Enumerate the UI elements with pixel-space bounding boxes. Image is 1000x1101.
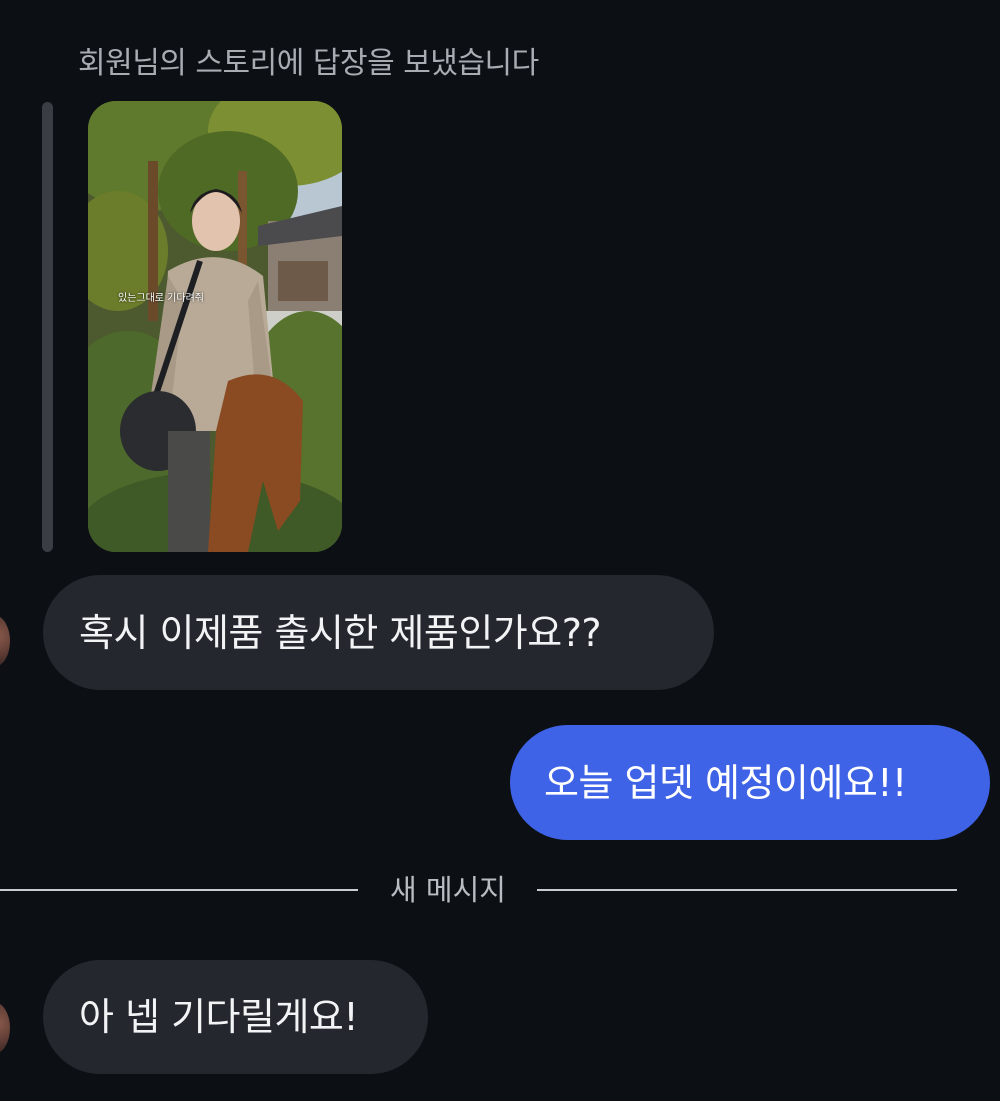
message-text: 아 넵 기다릴게요! [79,995,359,1039]
incoming-message-bubble[interactable]: 아 넵 기다릴게요! [43,960,428,1074]
sender-avatar[interactable] [0,1002,10,1054]
story-reply-context-label: 회원님의 스토리에 답장을 보냈습니다 [78,46,539,81]
story-photo-illustration [88,101,342,552]
message-text: 혹시 이제품 출시한 제품인가요?? [79,610,602,655]
story-thumbnail[interactable]: 있는그대로 기다려줘 [88,101,342,552]
divider-line-right [537,889,957,891]
story-overlay-caption: 있는그대로 기다려줘 [118,293,204,304]
reply-quote-bar [42,102,53,552]
dm-thread: 회원님의 스토리에 답장을 보냈습니다 있는그대로 기다려줘 혹시 이제품 출시… [0,0,1000,1101]
new-messages-divider-label: 새 메시지 [390,873,506,907]
sender-avatar[interactable] [0,615,10,667]
message-text: 오늘 업뎃 예정이에요!! [544,760,907,805]
divider-line-left [0,889,358,891]
incoming-message-bubble[interactable]: 혹시 이제품 출시한 제품인가요?? [43,575,714,690]
outgoing-message-bubble[interactable]: 오늘 업뎃 예정이에요!! [510,725,990,840]
